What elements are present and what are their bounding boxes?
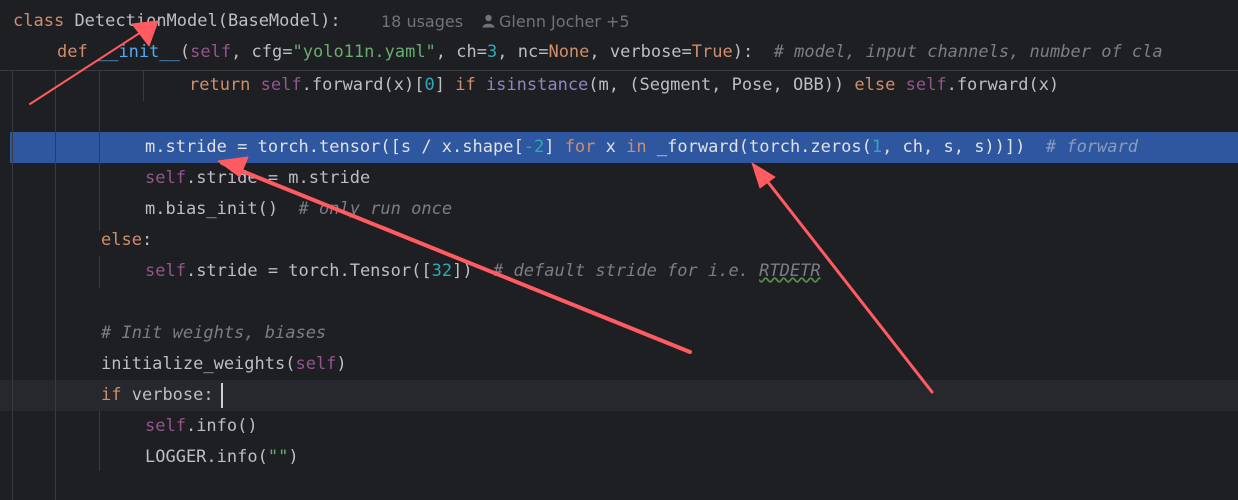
arrowhead-1 [131,20,159,47]
annotation-arrow-1 [29,24,153,105]
annotation-arrow-3 [755,166,934,394]
annotation-arrows [29,20,934,394]
arrowhead-2 [217,156,249,178]
annotation-arrow-2 [220,161,692,354]
